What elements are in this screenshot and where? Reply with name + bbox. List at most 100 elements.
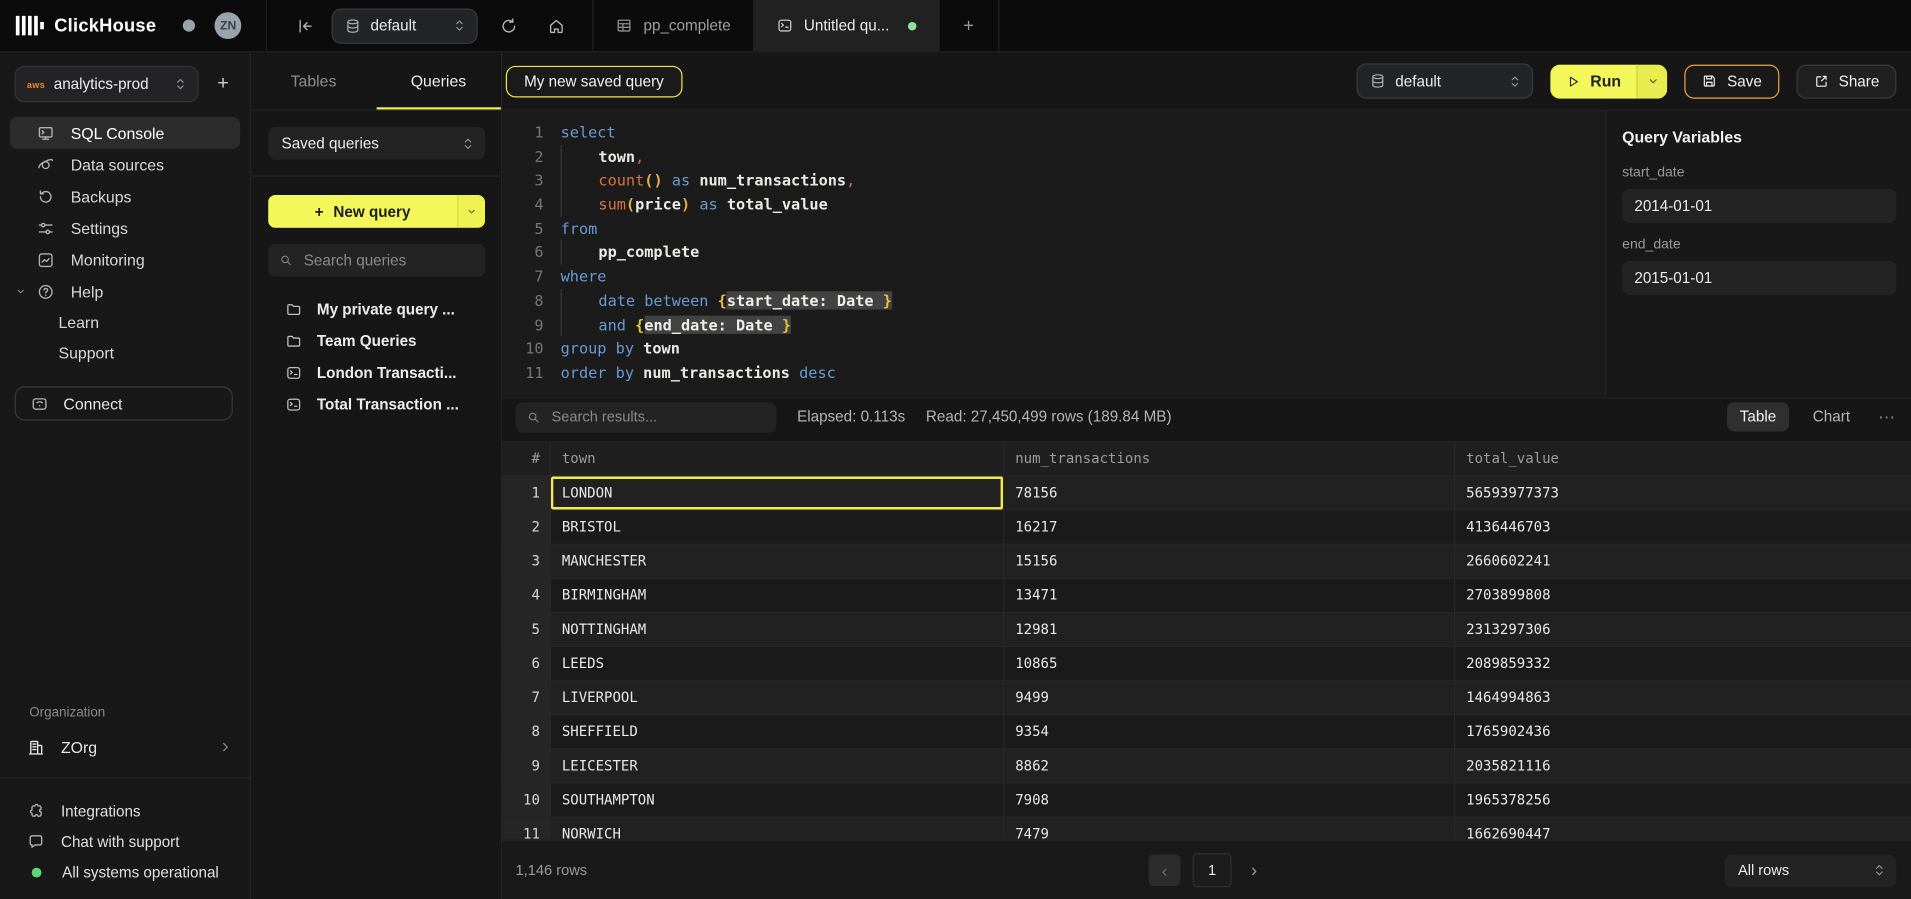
previous-page-button[interactable]: ‹ [1149, 854, 1181, 886]
run-options-button[interactable] [1637, 64, 1667, 98]
table-cell[interactable]: BRISTOL [551, 511, 1004, 544]
tab-untitled-query[interactable]: Untitled qu... [754, 0, 938, 51]
table-cell[interactable]: 10865 [1004, 647, 1455, 680]
code-line[interactable]: 10group by town [502, 337, 1605, 361]
view-table-button[interactable]: Table [1726, 402, 1789, 431]
code-line[interactable]: 4sum(price) as total_value [502, 193, 1605, 217]
page-size-selector[interactable]: All rows [1725, 854, 1897, 887]
code-line[interactable]: 9and {end_date: Date } [502, 313, 1605, 337]
run-database-selector[interactable]: default [1356, 63, 1533, 98]
sidebar-item-backups[interactable]: Backups [10, 180, 240, 212]
sidebar-item-help[interactable]: Help [10, 275, 240, 307]
home-icon[interactable] [547, 16, 565, 34]
code-line[interactable]: 6pp_complete [502, 241, 1605, 265]
table-cell[interactable]: 9354 [1004, 715, 1455, 748]
code-line[interactable]: 11order by num_transactions desc [502, 361, 1605, 385]
table-cell[interactable]: LEICESTER [551, 750, 1004, 783]
new-query-button[interactable]: + New query [268, 195, 457, 228]
add-service-button[interactable]: + [208, 73, 237, 95]
query-folder-item[interactable]: My private query ... [251, 294, 501, 326]
table-cell[interactable]: MANCHESTER [551, 545, 1004, 578]
sidebar-item-learn[interactable]: Learn [0, 307, 250, 337]
query-folder-item[interactable]: Team Queries [251, 325, 501, 357]
table-cell[interactable]: 16217 [1004, 511, 1455, 544]
table-cell[interactable]: 9499 [1004, 681, 1455, 714]
organization-item[interactable]: ZOrg [0, 731, 250, 763]
code-line[interactable]: 7where [502, 265, 1605, 289]
sql-editor[interactable]: 1select2town,3count() as num_transaction… [502, 111, 1605, 397]
table-cell[interactable]: 1464994863 [1455, 681, 1911, 714]
table-cell[interactable]: 7908 [1004, 784, 1455, 817]
code-line[interactable]: 5from [502, 217, 1605, 241]
end-date-input[interactable] [1622, 261, 1896, 295]
saved-query-item[interactable]: Total Transaction ... [251, 389, 501, 421]
user-avatar[interactable]: ZN [215, 12, 242, 39]
table-cell[interactable]: SHEFFIELD [551, 715, 1004, 748]
search-results-input[interactable] [549, 407, 765, 427]
tab-tables[interactable]: Tables [251, 52, 376, 109]
start-date-input[interactable] [1622, 189, 1896, 223]
table-cell[interactable]: LIVERPOOL [551, 681, 1004, 714]
sidebar-item-integrations[interactable]: Integrations [0, 796, 250, 826]
current-page[interactable]: 1 [1193, 853, 1232, 887]
next-page-button[interactable]: › [1244, 859, 1265, 882]
saved-queries-selector[interactable]: Saved queries [268, 127, 485, 160]
saved-query-item[interactable]: London Transacti... [251, 357, 501, 389]
code-line[interactable]: 1select [502, 121, 1605, 145]
table-cell[interactable]: 2703899808 [1455, 579, 1911, 612]
new-tab-button[interactable]: + [939, 0, 998, 51]
table-cell[interactable]: LEEDS [551, 647, 1004, 680]
sidebar-item-monitoring[interactable]: Monitoring [10, 244, 240, 276]
workspace-selector[interactable]: aws analytics-prod [15, 66, 199, 103]
code-line[interactable]: 2town, [502, 145, 1605, 169]
table-cell[interactable]: 12981 [1004, 613, 1455, 646]
table-cell[interactable]: SOUTHAMPTON [551, 784, 1004, 817]
table-cell[interactable]: 78156 [1004, 477, 1455, 510]
table-cell[interactable]: BIRMINGHAM [551, 579, 1004, 612]
table-cell[interactable]: 2313297306 [1455, 613, 1911, 646]
save-button[interactable]: Save [1684, 64, 1778, 98]
table-cell[interactable]: 2035821116 [1455, 750, 1911, 783]
share-button[interactable]: Share [1796, 64, 1896, 98]
database-selector[interactable]: default [332, 8, 478, 43]
table-cell[interactable]: 56593977373 [1455, 477, 1911, 510]
run-button[interactable]: Run [1550, 64, 1637, 98]
table-cell[interactable]: 7479 [1004, 818, 1455, 840]
table-cell[interactable]: 1662690447 [1455, 818, 1911, 840]
table-cell[interactable]: 8862 [1004, 750, 1455, 783]
table-cell[interactable]: LONDON [551, 477, 1004, 510]
column-header[interactable]: num_transactions [1004, 442, 1455, 475]
table-cell[interactable]: 2660602241 [1455, 545, 1911, 578]
view-chart-button[interactable]: Chart [1799, 402, 1863, 431]
table-cell[interactable]: 1965378256 [1455, 784, 1911, 817]
new-query-options-button[interactable] [457, 195, 485, 228]
column-header[interactable]: town [551, 442, 1004, 475]
refresh-icon[interactable] [500, 16, 518, 34]
table-cell[interactable]: NORWICH [551, 818, 1004, 840]
sidebar-item-chat-support[interactable]: Chat with support [0, 826, 250, 856]
system-status-item[interactable]: All systems operational [0, 857, 250, 887]
notification-dot-icon[interactable] [183, 20, 195, 32]
connect-button[interactable]: Connect [15, 386, 233, 420]
table-cell[interactable]: 1765902436 [1455, 715, 1911, 748]
more-options-icon[interactable]: ⋯ [1878, 406, 1896, 427]
collapse-sidebar-icon[interactable] [296, 16, 314, 34]
code-line[interactable]: 8date between {start_date: Date } [502, 289, 1605, 313]
sidebar-item-support[interactable]: Support [0, 338, 250, 368]
saved-query-tab[interactable]: My new saved query [506, 65, 682, 97]
column-header[interactable]: # [502, 442, 551, 475]
search-queries-input[interactable] [301, 250, 474, 270]
sidebar-item-sql-console[interactable]: SQL Console [10, 117, 240, 149]
sidebar-item-settings[interactable]: Settings [10, 212, 240, 244]
table-cell[interactable]: 2089859332 [1455, 647, 1911, 680]
code-line[interactable]: 3count() as num_transactions, [502, 169, 1605, 193]
tab-queries[interactable]: Queries [376, 52, 501, 109]
tab-pp-complete[interactable]: pp_complete [594, 0, 753, 51]
table-cell[interactable]: NOTTINGHAM [551, 613, 1004, 646]
table-cell[interactable]: 4136446703 [1455, 511, 1911, 544]
table-cell[interactable]: 15156 [1004, 545, 1455, 578]
column-header[interactable]: total_value [1455, 442, 1911, 475]
table-row: 2BRISTOL162174136446703 [502, 511, 1911, 545]
sidebar-item-data-sources[interactable]: Data sources [10, 149, 240, 181]
table-cell[interactable]: 13471 [1004, 579, 1455, 612]
